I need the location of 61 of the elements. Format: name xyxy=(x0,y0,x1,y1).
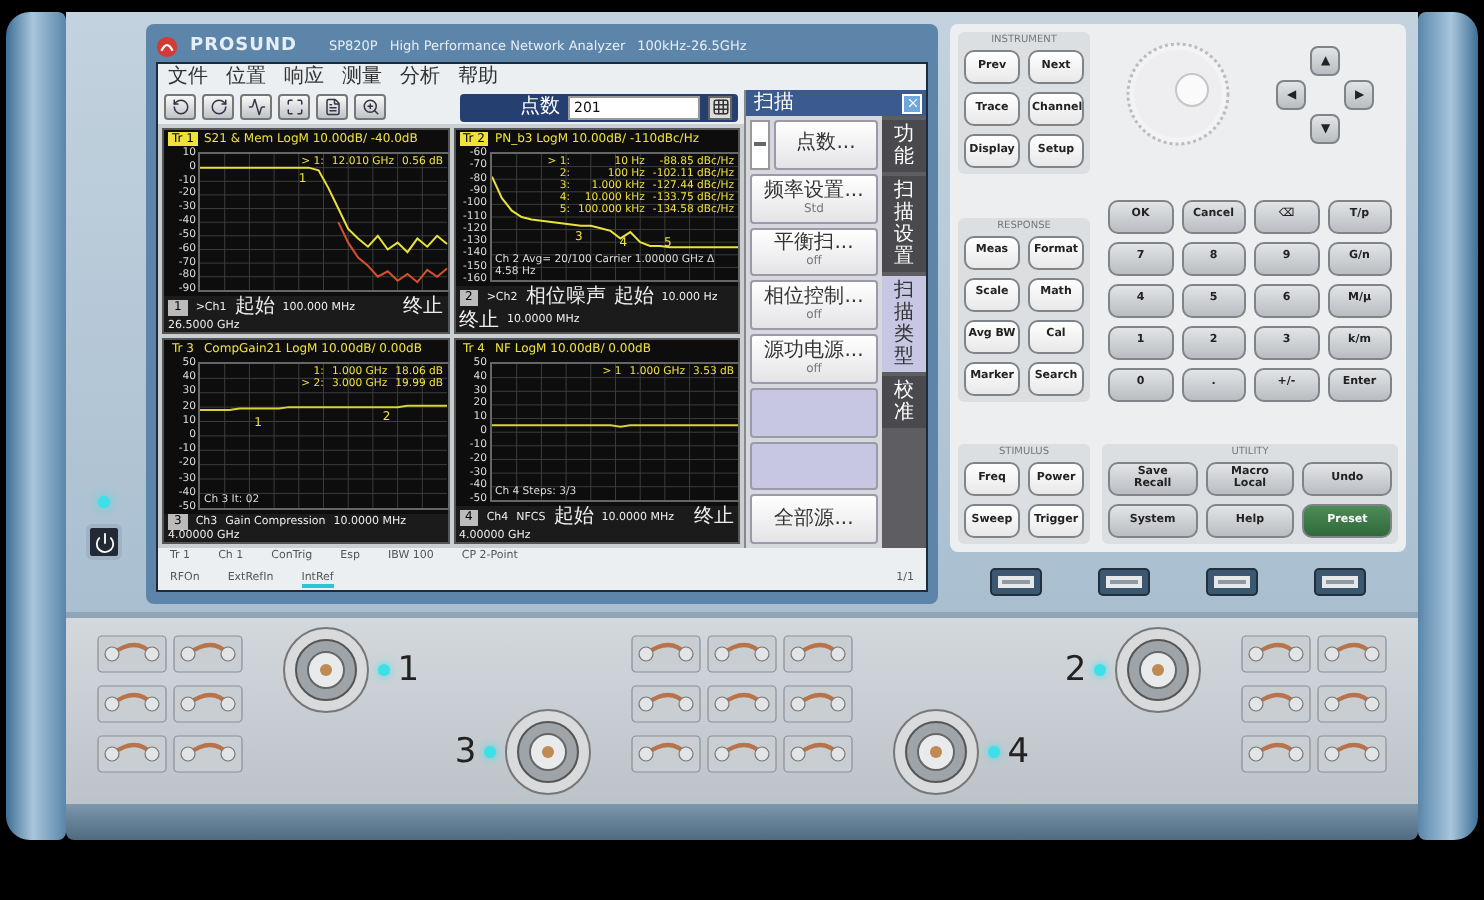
side-tab[interactable]: 校准 xyxy=(882,376,926,428)
panel-title: 扫描 xyxy=(754,93,794,113)
port-connector xyxy=(891,708,980,796)
menu-item[interactable]: 响应 xyxy=(284,67,324,87)
indicator-light xyxy=(377,664,390,676)
footer-text: 起始 xyxy=(613,286,654,309)
redo-icon xyxy=(209,98,227,116)
usb-port xyxy=(1206,568,1258,596)
toolbar-button[interactable] xyxy=(164,94,196,120)
power-button[interactable] xyxy=(86,524,122,560)
footer-text: 起始 xyxy=(234,296,275,319)
grid-icon xyxy=(711,98,729,116)
port-connector xyxy=(281,626,370,714)
menu-item[interactable]: 测量 xyxy=(342,67,382,87)
port-connector xyxy=(504,708,593,796)
menu-item[interactable]: 文件 xyxy=(168,67,208,87)
usb-port xyxy=(990,568,1042,596)
undo-icon xyxy=(171,98,189,116)
footer-text: 终止 xyxy=(403,296,443,320)
rotary-knob xyxy=(1125,42,1230,146)
toggle-button[interactable] xyxy=(750,120,770,170)
toolbar-button[interactable] xyxy=(278,94,310,120)
menu-item[interactable]: 帮助 xyxy=(458,67,498,87)
side-tab[interactable]: 扫描类型 xyxy=(882,276,926,372)
toolbar-button[interactable] xyxy=(202,94,234,120)
port-number: 4 xyxy=(1007,732,1030,772)
port-number: 2 xyxy=(1064,650,1087,690)
usb-port xyxy=(1314,568,1366,596)
menu-item[interactable]: 位置 xyxy=(226,67,266,87)
brand-name: PROSUND xyxy=(190,36,297,56)
usb-port xyxy=(1098,568,1150,596)
side-tab[interactable]: 扫描设置 xyxy=(882,176,926,272)
indicator-light xyxy=(1094,664,1107,676)
toolbar-button[interactable] xyxy=(354,94,386,120)
footer-text: 终止 xyxy=(459,309,499,332)
side-tab[interactable]: 功能 xyxy=(882,120,926,172)
keypad-button[interactable] xyxy=(708,95,732,119)
document-icon xyxy=(323,98,341,116)
indicator-light xyxy=(987,746,1000,758)
menu-item[interactable]: 分析 xyxy=(400,67,440,87)
softkey-button[interactable]: 点数... xyxy=(774,120,878,170)
zoom-icon xyxy=(361,98,379,116)
port-connector xyxy=(1114,626,1203,714)
port-number: 3 xyxy=(454,732,477,772)
softkey-button[interactable]: 全部源... xyxy=(750,494,878,544)
toolbar-button[interactable] xyxy=(316,94,348,120)
waveform-icon xyxy=(247,98,265,116)
toolbar-button[interactable] xyxy=(240,94,272,120)
footer-text: 终止 xyxy=(694,506,734,530)
dash-icon xyxy=(754,142,766,147)
points-label: 点数 xyxy=(520,97,560,117)
footer-text: 相位噪声 xyxy=(525,286,606,309)
close-button[interactable] xyxy=(902,93,922,113)
port-number: 1 xyxy=(397,650,420,690)
indicator-light xyxy=(98,496,110,508)
indicator-light xyxy=(484,746,497,758)
power-icon xyxy=(93,531,115,553)
logo-icon xyxy=(156,35,178,57)
close-icon xyxy=(905,96,919,110)
maximize-icon xyxy=(285,98,303,116)
footer-text: 起始 xyxy=(553,506,594,530)
